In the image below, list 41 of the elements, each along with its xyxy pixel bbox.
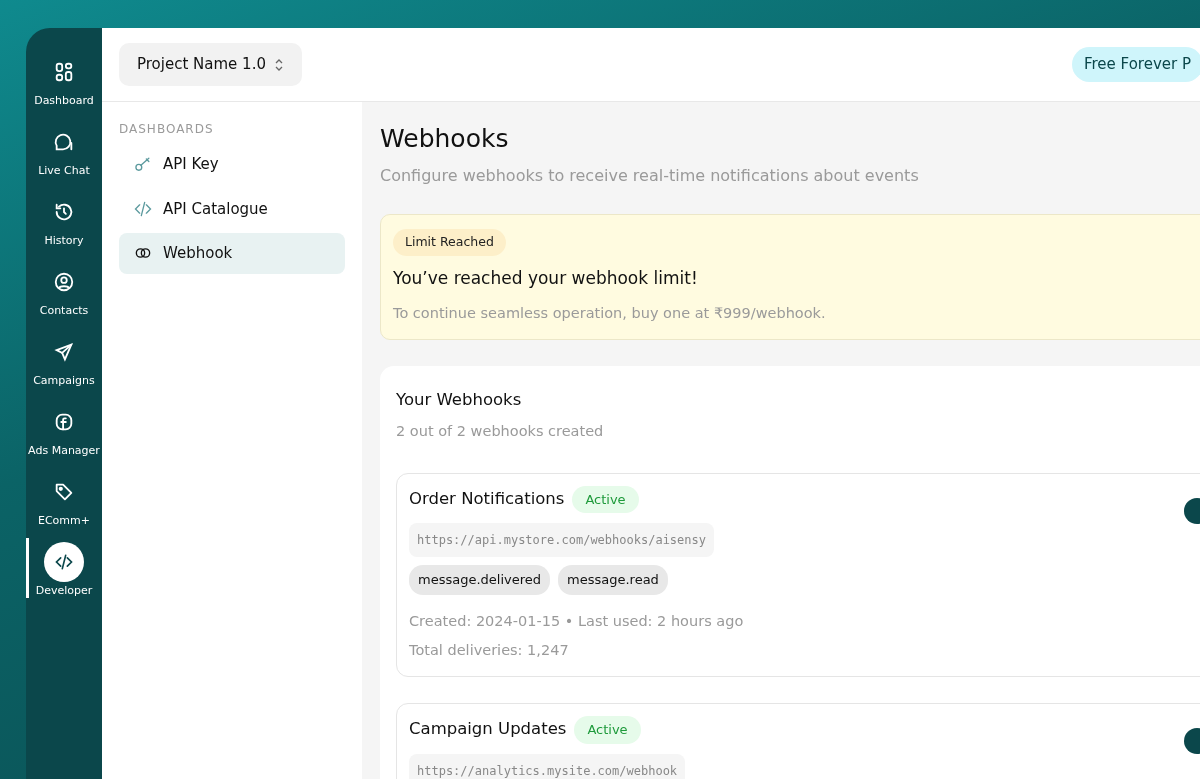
chat-bubble-icon (53, 131, 75, 153)
code-icon (54, 552, 74, 572)
webhook-url: https://analytics.mysite.com/webhook (409, 753, 686, 779)
nav-label[interactable]: Ads Manager (28, 443, 100, 460)
nav-label[interactable]: Live Chat (38, 163, 90, 180)
status-badge: Active (572, 485, 639, 513)
history-icon (53, 201, 75, 223)
subnav-item[interactable]: Webhook (119, 233, 345, 274)
selected-nav-button[interactable] (44, 542, 84, 582)
webhook-url: https://api.mystore.com/webhooks/aisensy (409, 523, 714, 557)
nav-label[interactable]: Campaigns (33, 373, 95, 390)
page-subtitle: Configure webhooks to receive real-time notifications about events (380, 165, 920, 187)
panel-title: Your Webhooks (396, 389, 523, 411)
nav-label[interactable]: Developer (35, 583, 93, 600)
alert-title: You’ve reached your webhook limit! (393, 266, 699, 290)
section-heading: DASHBOARDS (119, 121, 215, 138)
grid-icon (53, 61, 75, 83)
subnav-item[interactable]: API Catalogue (119, 188, 345, 229)
event-tag: message.read (558, 565, 668, 595)
nav-label[interactable]: History (44, 233, 84, 250)
page-title: Webhooks (380, 124, 510, 154)
user-circle-icon (53, 271, 75, 293)
paper-plane-icon (53, 341, 75, 363)
subnav-item[interactable]: API Key (119, 144, 345, 185)
nav-label[interactable]: EComm+ (38, 513, 90, 530)
event-tag: message.delivered (409, 565, 551, 595)
project-select[interactable]: Project Name 1.0 (119, 43, 302, 86)
webhook-name: Order Notifications (409, 487, 565, 510)
webhook-name: Campaign Updates (409, 718, 567, 741)
limit-badge: Limit Reached (393, 229, 506, 256)
delivery-count: Total deliveries: 1,247 (409, 641, 570, 661)
panel-subtitle: 2 out of 2 webhooks created (396, 421, 605, 441)
nav-label[interactable]: Contacts (39, 303, 89, 320)
plan-badge: Free Forever P (1071, 47, 1200, 82)
webhook-meta: Created: 2024-01-15 • Last used: 2 hours ago (409, 611, 745, 631)
nav-label[interactable]: Dashboard (34, 93, 94, 110)
alert-text: To continue seamless operation, buy one at ₹999/webhook. (393, 304, 827, 324)
chevron-updown-icon (273, 57, 284, 72)
tag-icon (53, 481, 75, 503)
facebook-icon (53, 411, 75, 433)
status-badge: Active (574, 716, 641, 744)
